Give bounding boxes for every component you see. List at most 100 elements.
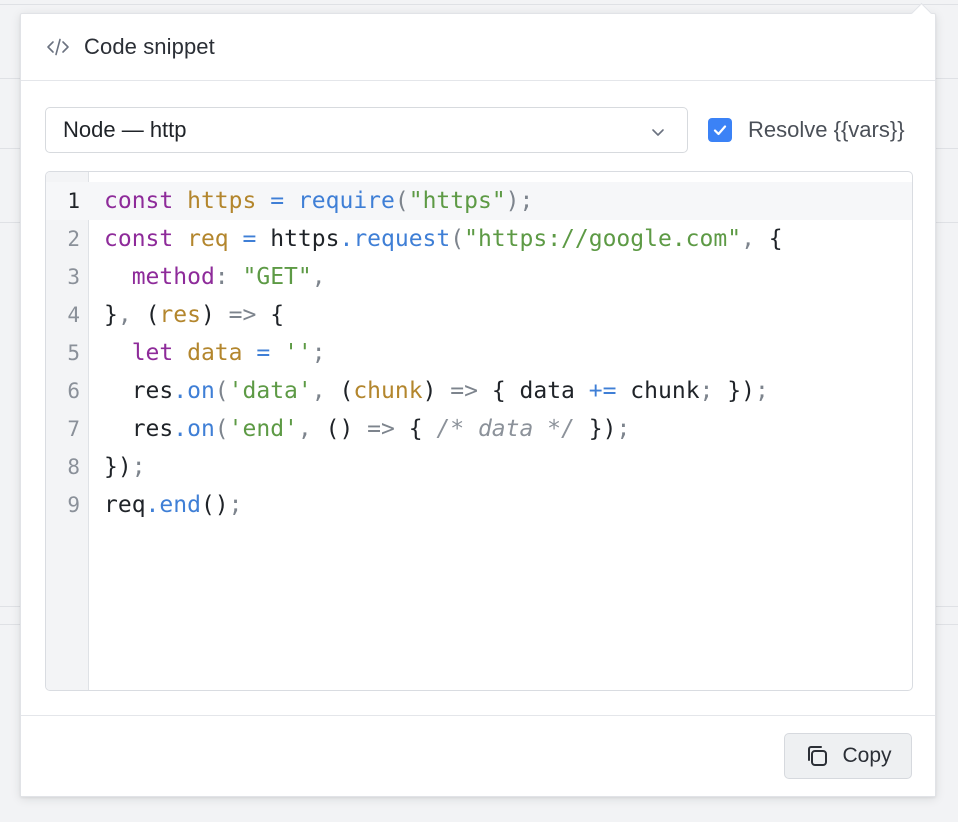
code-token: , xyxy=(117,302,132,328)
code-token: ( xyxy=(214,416,229,442)
code-token: '' xyxy=(284,340,312,366)
code-token: req xyxy=(104,492,146,518)
code-token: 'data' xyxy=(228,378,312,404)
chevron-down-icon xyxy=(649,121,667,139)
copy-button-label: Copy xyxy=(842,744,892,767)
code-text: method: "GET", xyxy=(104,258,326,296)
code-token: }) xyxy=(713,378,755,404)
code-token: req xyxy=(187,226,229,252)
code-token: require xyxy=(297,188,395,214)
code-token: ( xyxy=(450,226,465,252)
resolve-vars-label: Resolve {{vars}} xyxy=(748,117,905,142)
code-token: .request xyxy=(339,226,451,252)
language-select-value: Node — http xyxy=(63,117,187,142)
code-token: method xyxy=(131,264,215,290)
code-token: https xyxy=(256,226,340,252)
code-token: } xyxy=(104,302,118,328)
code-token: "https" xyxy=(408,188,506,214)
copy-icon xyxy=(804,743,830,769)
code-token: , xyxy=(297,416,312,442)
code-text: req.end(); xyxy=(104,486,243,524)
code-text: }); xyxy=(104,448,146,486)
code-token: const xyxy=(104,188,174,214)
language-select[interactable]: Node — http xyxy=(45,107,688,153)
code-token: ( xyxy=(214,378,229,404)
resolve-vars-toggle[interactable]: Resolve {{vars}} xyxy=(708,107,905,153)
code-token: chunk xyxy=(616,378,700,404)
copy-button[interactable]: Copy xyxy=(784,733,912,779)
code-token: data xyxy=(187,340,243,366)
code-token: .end xyxy=(145,492,201,518)
code-token: => xyxy=(436,378,478,404)
line-number: 4 xyxy=(67,303,80,327)
code-text: res.on('data', (chunk) => { data += chun… xyxy=(104,372,769,410)
code-token: , xyxy=(311,264,326,290)
code-token: => xyxy=(214,302,257,328)
code-token: ; xyxy=(131,454,146,480)
code-token: ; xyxy=(754,378,769,404)
code-token: ( xyxy=(325,378,354,404)
code-line: 1 const https = require("https"); xyxy=(46,182,912,220)
line-number: 1 xyxy=(67,189,80,213)
code-token: }) xyxy=(574,416,617,442)
line-number: 5 xyxy=(67,341,80,365)
code-token: .on xyxy=(173,416,215,442)
code-token: res xyxy=(104,378,174,404)
code-text: const https = require("https"); xyxy=(104,182,533,220)
code-token: = xyxy=(242,226,257,252)
code-token: chunk xyxy=(353,378,423,404)
code-token: , xyxy=(311,378,326,404)
popover-footer: Copy xyxy=(21,715,935,796)
code-token: : xyxy=(214,264,229,290)
code-editor[interactable]: 1 const https = require("https"); 2 const r… xyxy=(45,171,913,691)
line-number: 3 xyxy=(67,265,80,289)
code-text: }, (res) => { xyxy=(104,296,284,334)
code-icon xyxy=(46,37,72,57)
code-token: .on xyxy=(173,378,215,404)
code-token: { xyxy=(256,302,285,328)
code-token: = xyxy=(256,340,271,366)
code-line: 8}); xyxy=(46,448,912,486)
code-token: = xyxy=(270,188,285,214)
code-line: 3 method: "GET", xyxy=(46,258,912,296)
code-token: ); xyxy=(505,188,534,214)
code-token: => xyxy=(353,416,395,442)
resolve-vars-checkbox[interactable] xyxy=(708,118,732,142)
code-token: /* data */ xyxy=(436,416,575,442)
code-text: let data = ''; xyxy=(104,334,326,372)
code-token: { data xyxy=(477,378,589,404)
code-line: 4 }, (res) => { xyxy=(46,296,912,334)
code-token: { xyxy=(394,416,437,442)
code-token: { xyxy=(754,226,783,252)
code-token: res xyxy=(159,302,201,328)
code-line: 6 res.on('data', (chunk) => { data += ch… xyxy=(46,372,912,410)
code-token: const xyxy=(104,226,174,252)
code-token: , xyxy=(741,226,755,252)
code-token: res xyxy=(104,416,174,442)
code-text: const req = https.request("https://googl… xyxy=(104,220,783,258)
code-token: 'end' xyxy=(228,416,298,442)
code-token: ) xyxy=(422,378,437,404)
code-token: ; xyxy=(616,416,631,442)
code-token: ) xyxy=(200,302,215,328)
line-number: 9 xyxy=(67,493,80,517)
code-line: 2 const req = https.request("https://goog… xyxy=(46,220,912,258)
line-number: 7 xyxy=(67,417,80,441)
code-token: ; xyxy=(699,378,714,404)
code-token: () xyxy=(200,492,229,518)
popover-title: Code snippet xyxy=(84,34,215,59)
line-number: 2 xyxy=(67,227,80,251)
code-token: let xyxy=(131,340,174,366)
code-token: ; xyxy=(311,340,326,366)
code-token: += xyxy=(588,378,617,404)
check-icon xyxy=(713,125,727,136)
code-line: 7 res.on('end', () => { /* data */ }); xyxy=(46,410,912,448)
